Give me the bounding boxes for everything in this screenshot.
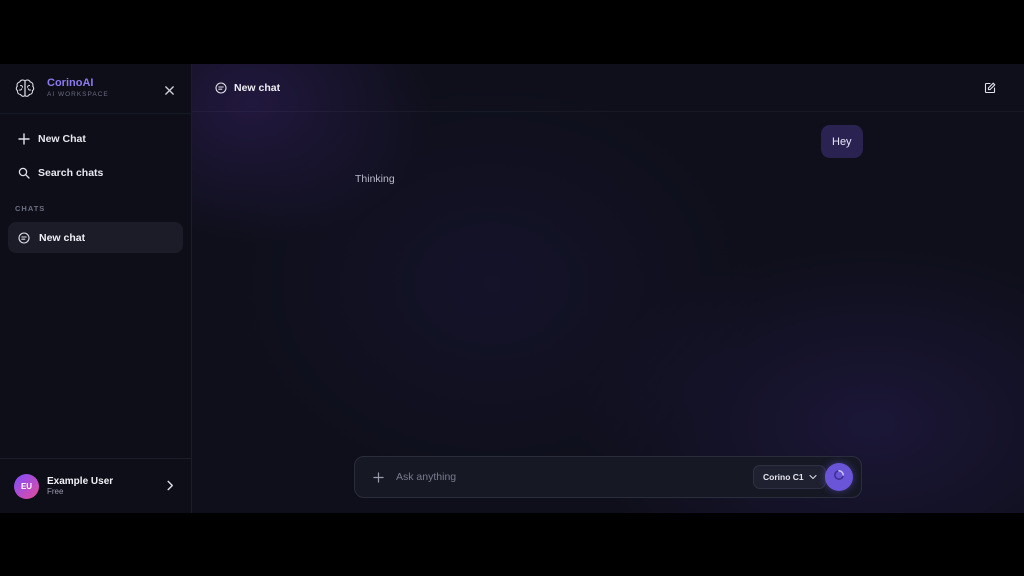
send-button[interactable] (825, 463, 853, 491)
chevron-right-icon (163, 478, 177, 492)
chat-title: New chat (234, 81, 281, 94)
chat-main: New chat Hey Thinking Corino C1 (192, 64, 1024, 513)
user-message-text: Hey (832, 135, 852, 148)
sidebar-chat-item[interactable]: New chat (8, 222, 183, 253)
brand-subtitle: AI WORKSPACE (47, 91, 109, 99)
user-profile-button[interactable]: EU Example User Free (0, 458, 191, 513)
user-name: Example User (47, 475, 114, 487)
chat-bubble-icon (214, 81, 228, 95)
user-plan: Free (47, 487, 64, 497)
message-composer: Corino C1 (354, 456, 862, 498)
model-selector[interactable]: Corino C1 (753, 465, 826, 489)
sidebar: CorinoAI AI WORKSPACE New Chat Search ch… (0, 64, 192, 513)
search-chats-button[interactable]: Search chats (0, 156, 191, 190)
chat-item-label: New chat (39, 231, 86, 244)
spinner-icon (833, 468, 845, 486)
plus-icon (17, 132, 31, 146)
search-chats-label: Search chats (38, 167, 104, 179)
chevron-down-icon (809, 473, 817, 481)
brain-logo-icon (12, 76, 38, 102)
attach-plus-icon[interactable] (370, 469, 386, 485)
model-selector-label: Corino C1 (763, 472, 804, 482)
brand-name: CorinoAI (47, 77, 94, 90)
close-sidebar-icon[interactable] (160, 81, 178, 99)
search-icon (17, 166, 31, 180)
avatar: EU (14, 473, 39, 499)
edit-icon[interactable] (982, 80, 998, 96)
app-window: CorinoAI AI WORKSPACE New Chat Search ch… (0, 64, 1024, 513)
new-chat-label: New Chat (38, 133, 86, 145)
user-message-bubble: Hey (821, 125, 863, 158)
chats-section-label: CHATS (15, 204, 46, 213)
message-input[interactable] (396, 466, 736, 488)
assistant-thinking-status: Thinking (355, 173, 395, 185)
avatar-initials: EU (20, 481, 33, 491)
new-chat-button[interactable]: New Chat (0, 122, 191, 156)
chat-header: New chat (192, 64, 1024, 112)
chat-bubble-icon (17, 231, 31, 245)
